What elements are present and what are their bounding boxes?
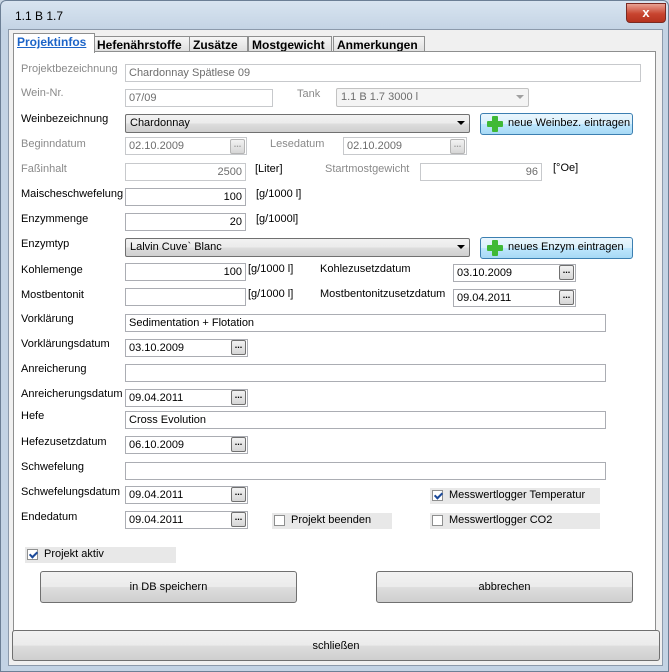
projekt-aktiv-checkbox[interactable]: Projekt aktiv — [25, 547, 176, 563]
projekt-beenden-label: Projekt beenden — [291, 514, 372, 526]
lesedatum-picker-button[interactable]: ... — [450, 139, 465, 154]
weinbezeichnung-dropdown-value: Chardonnay — [130, 117, 190, 129]
check-icon — [432, 490, 443, 501]
kohlemenge-unit: [g/1000 l] — [248, 263, 294, 275]
enzymmenge-unit: [g/1000l] — [256, 213, 299, 225]
fassinhalt-field[interactable]: 2500 — [125, 163, 246, 181]
label-hefe: Hefe — [21, 410, 45, 422]
messwertlogger-temperatur-checkbox[interactable]: Messwertlogger Temperatur — [430, 488, 600, 504]
kohlezusetzdatum-field[interactable]: 03.10.2009 — [453, 264, 576, 282]
mostbentonit-field[interactable] — [125, 288, 246, 306]
mostbentonit-unit: [g/1000 l] — [248, 288, 294, 300]
window-close-button[interactable]: x — [626, 3, 666, 23]
weinbezeichnung-dropdown[interactable]: Chardonnay — [125, 114, 470, 133]
beginndatum-field[interactable]: 02.10.2009 — [125, 137, 247, 155]
schwefelungsdatum-picker-button[interactable]: ... — [231, 487, 246, 502]
chevron-down-icon — [457, 245, 465, 249]
label-vorklaerungsdatum: Vorklärungsdatum — [21, 338, 110, 350]
mostbentonitzusetzdatum-field[interactable]: 09.04.2011 — [453, 289, 576, 307]
schwefelungsdatum-field[interactable]: 09.04.2011 — [125, 486, 248, 504]
label-startmostgewicht: Startmostgewicht — [325, 163, 410, 175]
kohlezusetzdatum-picker-button[interactable]: ... — [559, 265, 574, 280]
label-mostbentonit: Mostbentonit — [21, 289, 84, 301]
wein-nr-field[interactable]: 07/09 — [125, 89, 273, 107]
maischeschwefelung-field[interactable]: 100 — [125, 188, 246, 206]
endedatum-field[interactable]: 09.04.2011 — [125, 511, 248, 529]
label-beginndatum: Beginndatum — [21, 138, 86, 150]
fassinhalt-unit: [Liter] — [255, 163, 283, 175]
dialog-client: Projektinfos Hefenährstoffe Zusätze Most… — [8, 29, 663, 666]
lesedatum-field[interactable]: 02.10.2009 — [343, 137, 467, 155]
chevron-down-icon — [516, 95, 524, 99]
beginndatum-picker-button[interactable]: ... — [230, 139, 245, 154]
label-tank: Tank — [297, 88, 321, 100]
hefezusetzdatum-picker-button[interactable]: ... — [231, 437, 246, 452]
endedatum-picker-button[interactable]: ... — [231, 512, 246, 527]
projekt-beenden-checkbox[interactable]: Projekt beenden — [272, 513, 392, 529]
anreicherungsdatum-field[interactable]: 09.04.2011 — [125, 389, 248, 407]
label-fassinhalt: Faßinhalt — [21, 163, 67, 175]
projekt-aktiv-label: Projekt aktiv — [44, 548, 104, 560]
plus-icon — [487, 116, 503, 132]
hefe-field[interactable]: Cross Evolution — [125, 411, 606, 429]
startmostgewicht-unit: [°Oe] — [553, 162, 579, 174]
window-title: 1.1 B 1.7 — [15, 9, 64, 23]
checkbox-box-icon — [274, 515, 285, 526]
title-bar: 1.1 B 1.7 x — [1, 1, 668, 31]
startmostgewicht-field[interactable]: 96 — [420, 163, 542, 181]
hefezusetzdatum-field[interactable]: 06.10.2009 — [125, 436, 248, 454]
add-weinbezeichnung-button[interactable]: neue Weinbez. eintragen — [480, 113, 633, 135]
tank-dropdown-value: 1.1 B 1.7 3000 l — [341, 91, 419, 103]
messwertlogger-co2-checkbox[interactable]: Messwertlogger CO2 — [430, 513, 600, 529]
anreicherungsdatum-picker-button[interactable]: ... — [231, 390, 246, 405]
label-anreicherungsdatum: Anreicherungsdatum — [21, 388, 123, 400]
save-button[interactable]: in DB speichern — [40, 571, 297, 603]
label-schwefelung: Schwefelung — [21, 461, 84, 473]
label-lesedatum: Lesedatum — [270, 138, 325, 150]
anreicherung-field[interactable] — [125, 364, 606, 382]
dialog-window: 1.1 B 1.7 x Projektinfos Hefenährstoffe … — [0, 0, 669, 672]
vorklaerungsdatum-picker-button[interactable]: ... — [231, 340, 246, 355]
add-enzym-button[interactable]: neues Enzym eintragen — [480, 237, 633, 259]
label-wein-nr: Wein-Nr. — [21, 87, 64, 99]
label-weinbezeichnung: Weinbezeichnung — [21, 113, 109, 125]
label-anreicherung: Anreicherung — [21, 363, 87, 375]
maischeschwefelung-unit: [g/1000 l] — [256, 188, 302, 200]
tab-projektinfos[interactable]: Projektinfos — [13, 33, 95, 53]
messwertlogger-temperatur-label: Messwertlogger Temperatur — [449, 489, 586, 501]
vorklaerung-field[interactable]: Sedimentation + Flotation — [125, 314, 606, 332]
vorklaerungsdatum-field[interactable]: 03.10.2009 — [125, 339, 248, 357]
schwefelung-field[interactable] — [125, 462, 606, 480]
add-enzym-label: neues Enzym eintragen — [508, 241, 624, 253]
kohlemenge-field[interactable]: 100 — [125, 263, 246, 281]
enzymmenge-field[interactable]: 20 — [125, 213, 246, 231]
label-maischeschwefelung: Maischeschwefelung — [21, 188, 124, 200]
close-button[interactable]: schließen — [12, 630, 660, 661]
label-endedatum: Endedatum — [21, 511, 78, 523]
enzymtyp-dropdown[interactable]: Lalvin Cuve` Blanc — [125, 238, 470, 257]
enzymtyp-dropdown-value: Lalvin Cuve` Blanc — [130, 241, 222, 253]
check-icon — [27, 549, 38, 560]
cancel-button[interactable]: abbrechen — [376, 571, 633, 603]
label-kohlemenge: Kohlemenge — [21, 264, 83, 276]
label-vorklaerung: Vorklärung — [21, 313, 74, 325]
chevron-down-icon — [457, 121, 465, 125]
add-weinbezeichnung-label: neue Weinbez. eintragen — [508, 117, 631, 129]
label-schwefelungsdatum: Schwefelungsdatum — [21, 486, 121, 498]
projektinfos-panel: Projektbezeichnung Chardonnay Spätlese 0… — [13, 51, 656, 638]
messwertlogger-co2-label: Messwertlogger CO2 — [449, 514, 553, 526]
label-enzymmenge: Enzymmenge — [21, 213, 89, 225]
label-kohlezusetzdatum: Kohlezusetzdatum — [320, 263, 411, 275]
mostbentonitzusetzdatum-picker-button[interactable]: ... — [559, 290, 574, 305]
plus-icon — [487, 240, 503, 256]
label-hefezusetzdatum: Hefezusetzdatum — [21, 436, 107, 448]
checkbox-box-icon — [432, 515, 443, 526]
label-mostbentonitzusetzdatum: Mostbentonitzusetzdatum — [320, 288, 446, 300]
tank-dropdown[interactable]: 1.1 B 1.7 3000 l — [336, 88, 529, 107]
label-enzymtyp: Enzymtyp — [21, 238, 70, 250]
projektbezeichnung-field[interactable]: Chardonnay Spätlese 09 — [125, 64, 641, 82]
label-projektbezeichnung: Projektbezeichnung — [21, 63, 118, 75]
